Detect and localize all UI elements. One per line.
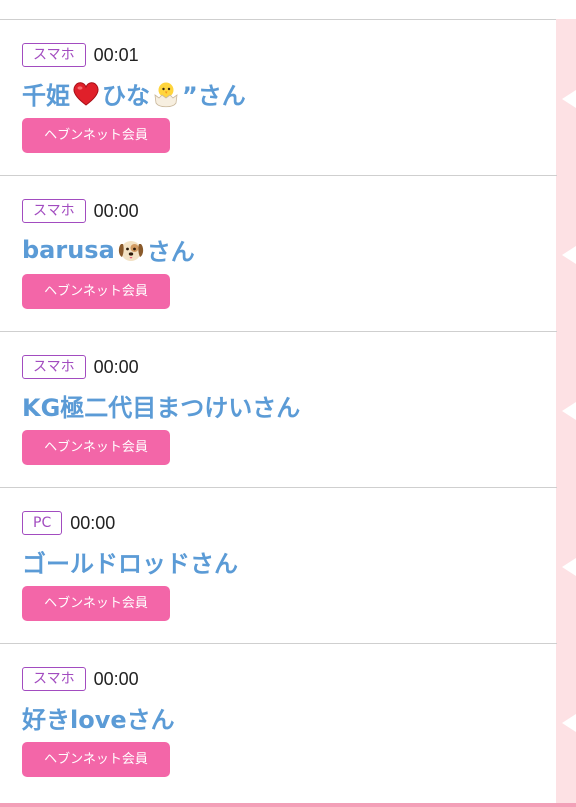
- visitor-name-part: barusa: [22, 235, 115, 264]
- member-badge-button[interactable]: ヘブンネット会員: [22, 742, 170, 777]
- device-badge: スマホ: [22, 199, 86, 223]
- meta-row: スマホ 00:00: [22, 354, 139, 380]
- visitor-name-part: ひな: [102, 82, 150, 110]
- meta-row: スマホ 00:01: [22, 42, 139, 68]
- red-heart-icon: [73, 81, 99, 106]
- visitor-list: スマホ 00:01 千姫 ひな ”さん ヘブンネット会員 スマホ 00:00 b…: [0, 20, 557, 800]
- device-badge: スマホ: [22, 355, 86, 379]
- side-strip: [556, 19, 576, 803]
- visit-time: 00:00: [70, 512, 116, 533]
- list-item: PC 00:00 ゴールドロッドさん ヘブンネット会員: [0, 488, 557, 644]
- meta-row: スマホ 00:00: [22, 666, 139, 692]
- visit-time: 00:00: [93, 668, 139, 689]
- strip-notch: [562, 714, 576, 732]
- device-badge: スマホ: [22, 667, 86, 691]
- visit-time: 00:01: [93, 44, 139, 65]
- visitor-name[interactable]: ゴールドロッドさん: [22, 544, 238, 579]
- visitor-list-page: スマホ 00:01 千姫 ひな ”さん ヘブンネット会員 スマホ 00:00 b…: [0, 0, 576, 807]
- visitor-name[interactable]: KG極二代目まつけいさん: [22, 388, 300, 423]
- list-item: スマホ 00:00 好きloveさん ヘブンネット会員: [0, 644, 557, 800]
- visit-time: 00:00: [93, 200, 139, 221]
- meta-row: PC 00:00: [22, 510, 115, 536]
- device-badge: PC: [22, 511, 63, 535]
- list-item: スマホ 00:00 KG極二代目まつけいさん ヘブンネット会員: [0, 332, 557, 488]
- bottom-border: [0, 803, 576, 807]
- hatching-chick-icon: [154, 82, 178, 107]
- strip-notch: [562, 90, 576, 108]
- list-item: スマホ 00:00 barusa さん ヘブンネット会員: [0, 176, 557, 332]
- strip-notch: [562, 402, 576, 420]
- device-badge: スマホ: [22, 43, 86, 67]
- visitor-name[interactable]: 千姫 ひな ”さん: [22, 76, 246, 111]
- meta-row: スマホ 00:00: [22, 198, 139, 224]
- dog-face-icon: [118, 240, 143, 261]
- member-badge-button[interactable]: ヘブンネット会員: [22, 118, 170, 153]
- visitor-name-part: 千姫: [22, 82, 70, 110]
- member-badge-button[interactable]: ヘブンネット会員: [22, 274, 170, 309]
- member-badge-button[interactable]: ヘブンネット会員: [22, 586, 170, 621]
- visitor-name[interactable]: barusa さん: [22, 232, 195, 267]
- visitor-name-part: ”さん: [182, 82, 246, 110]
- visit-time: 00:00: [93, 356, 139, 377]
- visitor-name-part: さん: [146, 238, 195, 266]
- visitor-name[interactable]: 好きloveさん: [22, 700, 175, 735]
- strip-notch: [562, 558, 576, 576]
- strip-notch: [562, 246, 576, 264]
- list-item: スマホ 00:01 千姫 ひな ”さん ヘブンネット会員: [0, 20, 557, 176]
- member-badge-button[interactable]: ヘブンネット会員: [22, 430, 170, 465]
